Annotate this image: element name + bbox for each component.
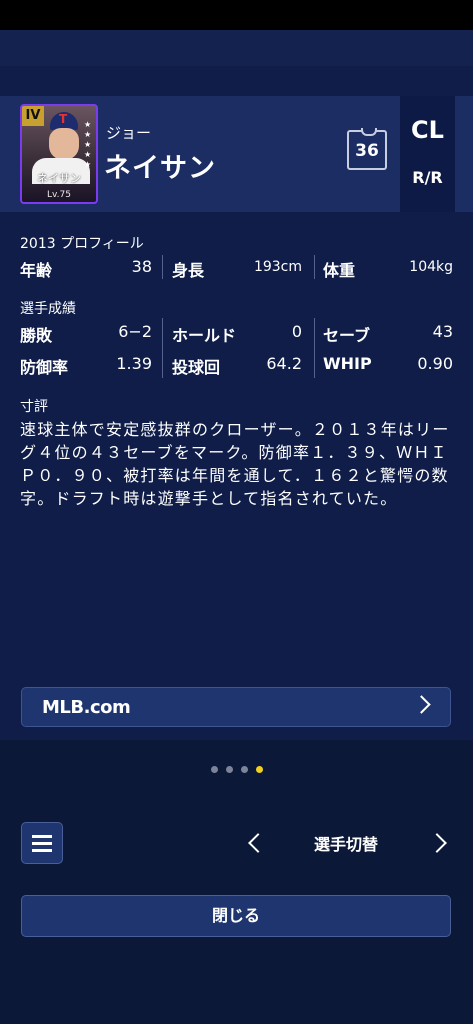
weight-value: 104kg <box>409 259 453 275</box>
innings-label: 投球回 <box>172 358 221 377</box>
mlb-link-label: MLB.com <box>42 697 131 718</box>
card-level: Lv.75 <box>47 190 71 200</box>
jersey-collar <box>361 128 377 136</box>
whip-label: WHIP <box>323 354 372 373</box>
jersey-number: 36 <box>355 141 379 161</box>
whip-value: 0.90 <box>417 354 453 373</box>
saves-label: セーブ <box>323 326 371 345</box>
height-label: 身長 <box>172 261 205 280</box>
page-dot[interactable] <box>225 766 233 773</box>
top-band-lower <box>0 66 473 96</box>
player-face <box>49 128 79 160</box>
mlb-link-button[interactable]: MLB.com <box>21 687 451 727</box>
record-value: 6−2 <box>118 322 152 341</box>
page-indicator <box>0 758 473 777</box>
page-dot-active[interactable] <box>255 766 263 773</box>
era-label: 防御率 <box>20 358 69 377</box>
top-band <box>0 30 473 66</box>
player-last-name: ネイサン <box>104 153 216 184</box>
card-rank-badge: IV <box>22 106 44 126</box>
menu-icon <box>32 842 52 845</box>
player-card[interactable]: IV T ★ ★ ★ ★ ★ ネイサン Lv.75 <box>20 104 98 204</box>
age-label: 年齢 <box>20 261 53 280</box>
divider <box>162 255 163 279</box>
position-panel <box>400 96 455 212</box>
menu-button[interactable] <box>21 822 63 864</box>
page-dot[interactable] <box>210 766 218 773</box>
commentary-title: 寸評 <box>20 399 48 415</box>
height-value: 193cm <box>253 259 302 275</box>
page-dot[interactable] <box>240 766 248 773</box>
status-bar <box>0 0 473 30</box>
holds-value: 0 <box>291 322 302 341</box>
divider <box>162 318 163 378</box>
bottom-panel <box>0 740 473 1024</box>
innings-value: 64.2 <box>266 354 302 373</box>
commentary-text: 速球主体で安定感抜群のクローザー。２０１３年はリーグ４位の４３セーブをマーク。防… <box>20 420 450 508</box>
stats-title: 選手成績 <box>20 301 76 317</box>
player-handedness: R/R <box>412 168 443 187</box>
player-switch-label: 選手切替 <box>313 835 378 854</box>
menu-icon <box>32 849 52 852</box>
divider <box>314 255 315 279</box>
player-position: CL <box>411 116 444 144</box>
player-first-name: ジョー <box>106 124 152 142</box>
weight-label: 体重 <box>323 261 356 280</box>
profile-title: 2013 プロフィール <box>20 236 144 252</box>
card-star-icons: ★ ★ ★ ★ ★ <box>84 120 92 169</box>
record-label: 勝敗 <box>20 326 53 345</box>
team-logo-letter: T <box>59 112 68 126</box>
divider <box>314 318 315 378</box>
saves-value: 43 <box>432 322 453 341</box>
holds-label: ホールド <box>172 326 237 345</box>
jersey-number-icon: 36 <box>347 130 387 170</box>
chevron-right-icon <box>412 695 431 714</box>
close-button[interactable]: 閉じる <box>21 895 451 937</box>
card-player-name: ネイサン <box>37 172 81 185</box>
menu-icon <box>32 835 52 838</box>
era-value: 1.39 <box>116 354 152 373</box>
age-value: 38 <box>131 257 152 276</box>
